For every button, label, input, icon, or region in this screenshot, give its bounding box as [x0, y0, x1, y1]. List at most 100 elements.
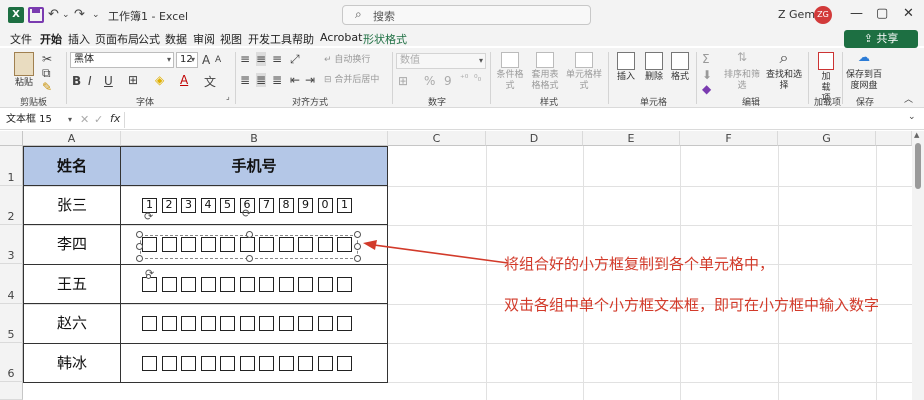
font-color-button[interactable]: A [180, 73, 188, 87]
tab-developer[interactable]: 开发工具 [248, 31, 292, 47]
digit-box[interactable]: 9 [298, 198, 313, 213]
empty-digit-box[interactable] [278, 356, 294, 371]
tab-home[interactable]: 开始 [40, 31, 62, 50]
empty-digit-box[interactable] [317, 316, 333, 331]
cell-styles-button[interactable]: 单元格样式 [564, 52, 604, 92]
digit-box[interactable]: 8 [278, 198, 294, 213]
resize-handle[interactable] [136, 243, 143, 250]
format-as-table-button[interactable]: 套用表格格式 [528, 52, 562, 92]
tab-formulas[interactable]: 公式 [138, 31, 160, 47]
row-header[interactable] [0, 382, 23, 400]
vertical-scrollbar[interactable]: ▲ [912, 131, 924, 400]
empty-digit-box[interactable] [259, 316, 274, 331]
scroll-up-icon[interactable]: ▲ [914, 131, 919, 139]
expand-formula-bar-icon[interactable]: ⌄ [908, 112, 916, 122]
insert-function-button[interactable]: fx [110, 112, 120, 125]
empty-digit-box[interactable] [142, 316, 157, 331]
empty-digit-box[interactable] [317, 277, 333, 292]
empty-digit-box[interactable] [161, 356, 177, 371]
name-cell[interactable]: 韩冰 [23, 343, 121, 383]
underline-button[interactable]: U [104, 74, 113, 88]
empty-digit-box[interactable] [220, 356, 235, 371]
number-format-select[interactable]: 数值 ▾ [396, 53, 486, 69]
clear-icon[interactable]: ◆ [702, 82, 711, 96]
empty-digit-box[interactable] [278, 277, 294, 292]
redo-icon[interactable]: ↷ [74, 7, 85, 22]
collapse-ribbon-icon[interactable]: ︿ [904, 92, 913, 105]
column-header[interactable]: G [778, 131, 876, 146]
row-header[interactable]: 4 [0, 264, 23, 304]
decrease-indent-icon[interactable]: ⇤ [290, 73, 300, 87]
resize-handle[interactable] [246, 231, 253, 238]
empty-digit-box[interactable] [181, 356, 196, 371]
name-cell[interactable]: 李四 [23, 224, 121, 265]
empty-digit-box[interactable] [298, 356, 313, 371]
empty-digit-box[interactable] [259, 277, 274, 292]
column-header[interactable]: E [583, 131, 680, 146]
row-header[interactable]: 2 [0, 186, 23, 225]
row-header[interactable]: 5 [0, 304, 23, 343]
empty-digit-box[interactable] [337, 277, 352, 292]
name-cell[interactable]: 王五 [23, 264, 121, 304]
empty-digit-box[interactable] [181, 316, 196, 331]
align-center-icon[interactable]: ≣ [256, 73, 267, 87]
tab-view[interactable]: 视图 [220, 31, 242, 47]
customize-quick-access-icon[interactable]: ⌄ [92, 10, 100, 20]
header-cell-phone[interactable]: 手机号 [120, 146, 388, 186]
row-header[interactable]: 1 [0, 146, 23, 186]
align-left-icon[interactable]: ≣ [240, 73, 250, 87]
paste-button[interactable]: 粘贴 [10, 52, 38, 89]
align-bottom-icon[interactable]: ≡ [272, 52, 282, 66]
italic-button[interactable]: I [88, 74, 92, 88]
increase-decimal-icon[interactable]: ⁺⁰ [460, 74, 468, 84]
rotate-handle-icon[interactable]: ⟳ [242, 207, 251, 220]
autosum-icon[interactable]: Σ [702, 52, 710, 66]
column-header[interactable] [876, 131, 912, 146]
digit-box[interactable]: 1 [337, 198, 352, 213]
empty-digit-box[interactable] [239, 356, 255, 371]
increase-indent-icon[interactable]: ⇥ [305, 73, 315, 87]
column-header[interactable]: C [388, 131, 486, 146]
empty-digit-box[interactable] [181, 277, 196, 292]
resize-handle[interactable] [246, 255, 253, 262]
font-name-select[interactable]: 黑体 ▾ [70, 52, 174, 68]
decrease-decimal-icon[interactable]: ⁰₀ [474, 74, 481, 84]
name-box[interactable]: 文本框 15 ▾ [4, 112, 72, 128]
empty-digit-box[interactable] [142, 356, 157, 371]
percent-button[interactable]: % [424, 74, 435, 88]
rotate-handle-icon[interactable]: ⟳ [144, 210, 153, 223]
empty-digit-box[interactable] [298, 277, 313, 292]
column-header[interactable]: F [680, 131, 778, 146]
resize-handle[interactable] [136, 231, 143, 238]
empty-digit-box[interactable] [239, 316, 255, 331]
merge-center-button[interactable]: ⊟ 合并后居中 [324, 75, 379, 86]
worksheet-grid[interactable]: A B C D E F G 1 2 3 4 5 6 姓名 手机号 张三 李四 王… [0, 131, 912, 400]
undo-icon[interactable]: ↶ [48, 7, 59, 22]
scrollbar-thumb[interactable] [915, 143, 921, 189]
align-right-icon[interactable]: ≣ [272, 73, 282, 87]
orientation-icon[interactable]: ⤢ [290, 52, 300, 67]
select-all-corner[interactable] [0, 131, 23, 146]
align-top-icon[interactable]: ≡ [240, 52, 250, 66]
column-header[interactable]: B [121, 131, 388, 146]
save-to-baidu-button[interactable]: ☁ 保存到百度网盘 [846, 51, 882, 92]
wrap-text-button[interactable]: ↵ 自动换行 [324, 55, 370, 66]
name-cell[interactable]: 赵六 [23, 303, 121, 344]
empty-digit-box[interactable] [200, 277, 216, 292]
fill-icon[interactable]: ⬇ [702, 68, 712, 82]
empty-digit-box[interactable] [161, 277, 177, 292]
sort-filter-button[interactable]: ⇅ 排序和筛选 [722, 51, 762, 92]
empty-digit-box[interactable] [337, 356, 352, 371]
avatar[interactable]: ZG [814, 6, 832, 24]
shrink-font-icon[interactable]: A [215, 55, 221, 65]
fill-color-icon[interactable]: ◈ [155, 73, 164, 87]
empty-digit-box[interactable] [278, 316, 294, 331]
empty-digit-box[interactable] [259, 356, 274, 371]
enter-icon[interactable]: ✓ [94, 113, 103, 126]
empty-digit-box[interactable] [161, 316, 177, 331]
empty-digit-box[interactable] [200, 356, 216, 371]
grow-font-icon[interactable]: A [202, 53, 210, 67]
format-cells-button[interactable]: 格式 [668, 52, 692, 83]
name-cell[interactable]: 张三 [23, 185, 121, 225]
tab-page-layout[interactable]: 页面布局 [95, 31, 139, 47]
